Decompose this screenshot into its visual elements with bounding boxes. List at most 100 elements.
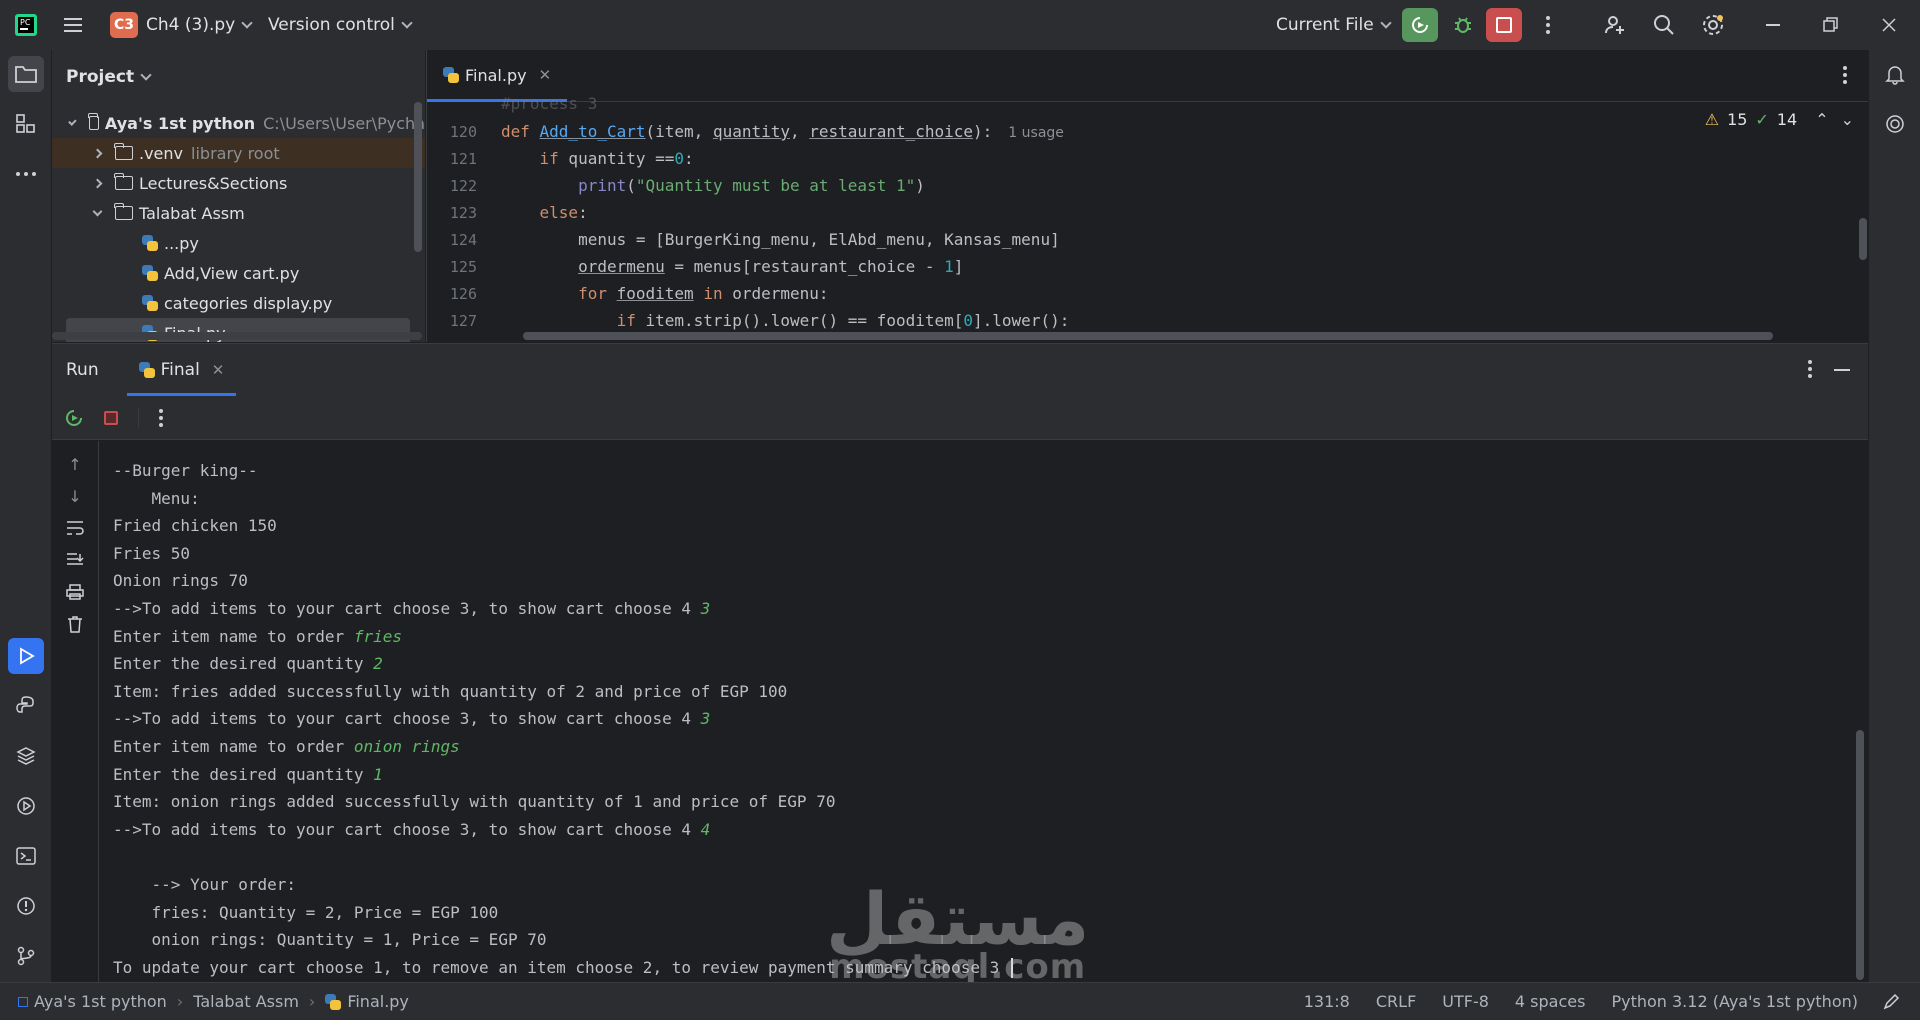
code-line[interactable]: 127 if item.strip().lower() == fooditem[…: [427, 307, 1868, 334]
code-line[interactable]: 125 ordermenu = menus[restaurant_choice …: [427, 253, 1868, 280]
close-tab-icon[interactable]: ✕: [212, 361, 225, 379]
project-hscrollbar[interactable]: [52, 332, 422, 340]
tree-item-file[interactable]: categories display.py: [52, 288, 425, 318]
run-config-selector[interactable]: Current File: [1276, 0, 1392, 50]
line-number: 121: [449, 149, 477, 168]
main-menu-icon[interactable]: [62, 14, 84, 36]
ide-logo-icon[interactable]: PC: [14, 13, 38, 37]
console-text: fries: Quantity = 2, Price = EGP 100: [113, 902, 499, 922]
code-line[interactable]: 126 for fooditem in ordermenu:: [427, 280, 1868, 307]
tree-item-venv[interactable]: .venv library root: [52, 138, 425, 168]
tree-item-file[interactable]: Add,View cart.py: [52, 258, 425, 288]
stop-icon[interactable]: [104, 410, 118, 425]
text-cursor: [1010, 958, 1013, 979]
console-output[interactable]: --Burger king-- Menu: Fried chicken 150 Fr…: [113, 457, 1813, 981]
structure-tool-button[interactable]: [8, 106, 44, 142]
right-tool-strip: [1868, 50, 1920, 982]
usage-hint[interactable]: 1 usage: [1008, 125, 1064, 141]
tree-item-file[interactable]: ...py: [52, 228, 425, 258]
project-panel-header[interactable]: Project: [52, 50, 425, 104]
version-control-menu[interactable]: Version control: [268, 0, 413, 50]
terminal-button[interactable]: [8, 838, 44, 874]
console-line: fries: Quantity = 2, Price = EGP 100: [113, 899, 1813, 927]
code-line[interactable]: 123 else:: [427, 199, 1868, 226]
stop-button[interactable]: [1486, 8, 1522, 42]
left-tool-strip: [0, 50, 52, 982]
problems-button[interactable]: [8, 888, 44, 924]
run-panel-options-icon[interactable]: [1808, 360, 1812, 378]
git-button[interactable]: [8, 938, 44, 974]
breadcrumb-file[interactable]: Final.py: [347, 992, 409, 1011]
tree-item-label: categories display.py: [164, 293, 333, 313]
console-line: Item: fries added successfully with quan…: [113, 678, 1813, 706]
settings-gear-icon[interactable]: [1700, 12, 1726, 38]
editor-horizontal-scrollbar[interactable]: [523, 332, 1773, 340]
restore-window-icon[interactable]: [1818, 12, 1844, 38]
expand-arrow-icon[interactable]: [68, 116, 77, 126]
run-panel-header: Run Final ✕: [52, 344, 1868, 396]
scroll-to-end-icon[interactable]: [64, 549, 86, 571]
console-line: Enter item name to order onion rings: [113, 733, 1813, 761]
console-text: Menu:: [113, 488, 200, 508]
expand-arrow-icon[interactable]: [92, 206, 103, 216]
services-icon: [17, 797, 35, 815]
soft-wrap-icon[interactable]: [64, 517, 86, 539]
trash-icon[interactable]: [64, 613, 86, 635]
hide-panel-icon[interactable]: [1834, 369, 1850, 371]
file-encoding[interactable]: UTF-8: [1442, 992, 1489, 1011]
add-user-icon[interactable]: [1602, 12, 1628, 38]
console-text: -->To add items to your cart choose 3, t…: [113, 709, 701, 729]
console-scrollbar[interactable]: [1856, 730, 1864, 980]
project-tool-button[interactable]: [8, 56, 44, 92]
project-scrollbar[interactable]: [414, 102, 422, 252]
code-line[interactable]: 121 if quantity ==0:: [427, 145, 1868, 172]
run-tab-final[interactable]: Final ✕: [126, 344, 237, 396]
run-more-icon[interactable]: [159, 408, 163, 427]
tree-item-label: .venv: [139, 143, 184, 163]
caret-position[interactable]: 131:8: [1304, 992, 1350, 1011]
more-actions-icon[interactable]: [1540, 12, 1556, 38]
close-window-icon[interactable]: [1876, 12, 1902, 38]
python-packages-button[interactable]: [8, 738, 44, 774]
indentation[interactable]: 4 spaces: [1515, 992, 1586, 1011]
line-number: 125: [449, 257, 477, 276]
scroll-down-icon[interactable]: ↓: [64, 485, 86, 507]
tree-item-root[interactable]: Aya's 1st python C:\Users\User\Pycha: [52, 108, 425, 138]
services-button[interactable]: [8, 788, 44, 824]
more-tools-icon[interactable]: [8, 156, 44, 192]
code-line[interactable]: 120 def Add_to_Cart(item, quantity, resta…: [427, 118, 1868, 145]
readonly-lock-icon[interactable]: [1882, 993, 1900, 1015]
console-text: To update your cart choose 1, to remove …: [113, 957, 1009, 977]
code-line[interactable]: 124 menus = [BurgerKing_menu, ElAbd_menu…: [427, 226, 1868, 253]
debug-button[interactable]: [1450, 12, 1476, 38]
expand-arrow-icon[interactable]: [92, 178, 103, 188]
breadcrumb-project[interactable]: Aya's 1st python: [34, 992, 167, 1011]
line-separator[interactable]: CRLF: [1376, 992, 1416, 1011]
expand-arrow-icon[interactable]: [92, 148, 103, 158]
tree-item-talabat[interactable]: Talabat Assm: [52, 198, 425, 228]
python-interpreter[interactable]: Python 3.12 (Aya's 1st python): [1611, 992, 1858, 1011]
code-line[interactable]: 122 print("Quantity must be at least 1"): [427, 172, 1868, 199]
breadcrumb-separator-icon: ›: [308, 992, 316, 1011]
notifications-button[interactable]: [1877, 56, 1913, 92]
rerun-button[interactable]: [1402, 8, 1438, 42]
editor-vertical-scrollbar[interactable]: [1859, 218, 1867, 260]
console-line: --Burger king--: [113, 457, 1813, 485]
rerun-icon[interactable]: [64, 408, 84, 428]
python-console-button[interactable]: [8, 688, 44, 724]
bug-icon: [1455, 17, 1471, 33]
console-user-input: 3: [700, 709, 711, 729]
ai-assistant-button[interactable]: [1877, 106, 1913, 142]
tree-item-lectures[interactable]: Lectures&Sections: [52, 168, 425, 198]
close-tab-icon[interactable]: ✕: [539, 66, 552, 84]
run-tool-button[interactable]: [8, 638, 44, 674]
print-icon[interactable]: [64, 581, 86, 603]
editor-tab-menu-icon[interactable]: [1842, 66, 1848, 86]
breadcrumb-folder[interactable]: Talabat Assm: [193, 992, 299, 1011]
console-line: -->To add items to your cart choose 3, t…: [113, 816, 1813, 844]
minimize-window-icon[interactable]: [1760, 12, 1786, 38]
search-icon[interactable]: [1651, 12, 1677, 38]
project-selector[interactable]: C3 Ch4 (3).py: [110, 0, 253, 50]
scroll-up-icon[interactable]: ↑: [64, 453, 86, 475]
